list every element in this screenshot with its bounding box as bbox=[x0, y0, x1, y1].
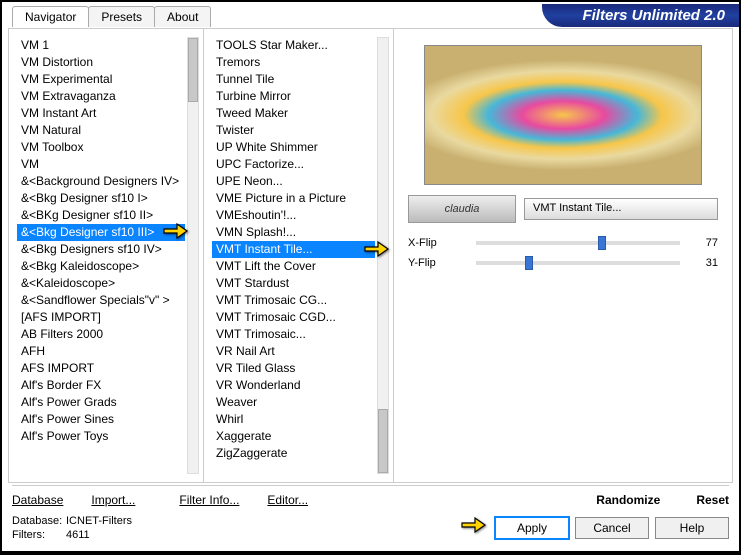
param-value: 77 bbox=[688, 237, 718, 249]
footer-info: Database:ICNET-Filters Filters:4611 bbox=[12, 514, 132, 542]
filter-item[interactable]: UP White Shimmer bbox=[212, 139, 375, 156]
pointer-icon bbox=[459, 515, 487, 535]
import-button[interactable]: Import... bbox=[91, 493, 135, 507]
category-item[interactable]: &<Bkg Designers sf10 IV> bbox=[17, 241, 185, 258]
filter-item[interactable]: Tunnel Tile bbox=[212, 71, 375, 88]
param-row: Y-Flip 31 bbox=[408, 253, 718, 273]
filter-item[interactable]: VME Picture in a Picture bbox=[212, 190, 375, 207]
reset-button[interactable]: Reset bbox=[696, 493, 729, 507]
parameter-panel: X-Flip 77 Y-Flip 31 bbox=[408, 233, 718, 474]
category-item[interactable]: Alf's Power Grads bbox=[17, 394, 185, 411]
category-item[interactable]: VM Toolbox bbox=[17, 139, 185, 156]
category-item[interactable]: VM Natural bbox=[17, 122, 185, 139]
param-slider[interactable] bbox=[476, 241, 680, 245]
filter-item[interactable]: VMT Trimosaic... bbox=[212, 326, 375, 343]
randomize-button[interactable]: Randomize bbox=[596, 493, 660, 507]
category-item[interactable]: &<Bkg Designer sf10 I> bbox=[17, 190, 185, 207]
filter-item[interactable]: Tremors bbox=[212, 54, 375, 71]
filter-item[interactable]: VMT Trimosaic CG... bbox=[212, 292, 375, 309]
category-item[interactable]: VM bbox=[17, 156, 185, 173]
filter-item[interactable]: VR Nail Art bbox=[212, 343, 375, 360]
filter-item[interactable]: Whirl bbox=[212, 411, 375, 428]
category-item[interactable]: &<Background Designers IV> bbox=[17, 173, 185, 190]
filter-list[interactable]: TOOLS Star Maker...TremorsTunnel TileTur… bbox=[212, 37, 375, 474]
editor-button[interactable]: Editor... bbox=[267, 493, 308, 507]
filter-item[interactable]: VMT Trimosaic CGD... bbox=[212, 309, 375, 326]
filters-label: Filters: bbox=[12, 528, 66, 542]
tab-presets[interactable]: Presets bbox=[88, 6, 155, 27]
tab-navigator[interactable]: Navigator bbox=[12, 6, 89, 27]
category-item[interactable]: &<BKg Designer sf10 II> bbox=[17, 207, 185, 224]
category-item[interactable]: &<Kaleidoscope> bbox=[17, 275, 185, 292]
database-button[interactable]: Database bbox=[12, 493, 63, 507]
filter-info-button[interactable]: Filter Info... bbox=[179, 493, 239, 507]
slider-handle[interactable] bbox=[525, 256, 533, 270]
category-item[interactable]: VM Extravaganza bbox=[17, 88, 185, 105]
cancel-button[interactable]: Cancel bbox=[575, 517, 649, 539]
category-pane: VM 1VM DistortionVM ExperimentalVM Extra… bbox=[9, 29, 204, 482]
category-item[interactable]: AFS IMPORT bbox=[17, 360, 185, 377]
scrollbar-thumb[interactable] bbox=[188, 38, 198, 102]
apply-button[interactable]: Apply bbox=[495, 517, 569, 539]
filter-item[interactable]: Xaggerate bbox=[212, 428, 375, 445]
content-area: VM 1VM DistortionVM ExperimentalVM Extra… bbox=[8, 28, 733, 483]
filter-item[interactable]: VMT Stardust bbox=[212, 275, 375, 292]
filter-item[interactable]: VMEshoutin'!... bbox=[212, 207, 375, 224]
filter-item[interactable]: Turbine Mirror bbox=[212, 88, 375, 105]
brand-logo: claudia bbox=[408, 195, 516, 223]
filters-count: 4611 bbox=[66, 529, 90, 541]
filter-item[interactable]: VR Tiled Glass bbox=[212, 360, 375, 377]
param-label: X-Flip bbox=[408, 237, 468, 249]
filter-name-row: claudia VMT Instant Tile... bbox=[408, 195, 718, 223]
category-item[interactable]: &<Bkg Kaleidoscope> bbox=[17, 258, 185, 275]
category-item[interactable]: AFH bbox=[17, 343, 185, 360]
filter-preview bbox=[424, 45, 702, 185]
footer: Database:ICNET-Filters Filters:4611 Appl… bbox=[12, 511, 729, 545]
db-value: ICNET-Filters bbox=[66, 515, 132, 527]
filter-item[interactable]: VR Wonderland bbox=[212, 377, 375, 394]
filter-item[interactable]: Twister bbox=[212, 122, 375, 139]
param-label: Y-Flip bbox=[408, 257, 468, 269]
category-list[interactable]: VM 1VM DistortionVM ExperimentalVM Extra… bbox=[17, 37, 185, 474]
param-value: 31 bbox=[688, 257, 718, 269]
tab-about[interactable]: About bbox=[154, 6, 211, 27]
slider-handle[interactable] bbox=[598, 236, 606, 250]
filter-name-field: VMT Instant Tile... bbox=[524, 198, 718, 220]
toolbar: Database Import... Filter Info... Editor… bbox=[12, 485, 729, 509]
category-item[interactable]: &<Bkg Designer sf10 III> bbox=[17, 224, 185, 241]
category-scrollbar[interactable] bbox=[187, 37, 199, 474]
category-item[interactable]: Alf's Power Sines bbox=[17, 411, 185, 428]
db-label: Database: bbox=[12, 514, 66, 528]
param-row: X-Flip 77 bbox=[408, 233, 718, 253]
category-item[interactable]: [AFS IMPORT] bbox=[17, 309, 185, 326]
category-item[interactable]: &<Sandflower Specials"v" > bbox=[17, 292, 185, 309]
filter-item[interactable]: TOOLS Star Maker... bbox=[212, 37, 375, 54]
category-item[interactable]: AB Filters 2000 bbox=[17, 326, 185, 343]
filter-item[interactable]: VMN Splash!... bbox=[212, 224, 375, 241]
app-title: Filters Unlimited 2.0 bbox=[542, 4, 739, 27]
filter-item[interactable]: VMT Lift the Cover bbox=[212, 258, 375, 275]
help-button[interactable]: Help bbox=[655, 517, 729, 539]
filter-item[interactable]: Weaver bbox=[212, 394, 375, 411]
category-item[interactable]: VM Instant Art bbox=[17, 105, 185, 122]
filter-item[interactable]: ZigZaggerate bbox=[212, 445, 375, 462]
filter-item[interactable]: UPE Neon... bbox=[212, 173, 375, 190]
scrollbar-thumb[interactable] bbox=[378, 409, 388, 473]
category-item[interactable]: Alf's Power Toys bbox=[17, 428, 185, 445]
filter-pane: TOOLS Star Maker...TremorsTunnel TileTur… bbox=[204, 29, 394, 482]
app-window: Navigator Presets About Filters Unlimite… bbox=[2, 2, 739, 551]
preview-pane: claudia VMT Instant Tile... X-Flip 77 Y-Fl… bbox=[394, 29, 732, 482]
filter-item[interactable]: UPC Factorize... bbox=[212, 156, 375, 173]
filter-scrollbar[interactable] bbox=[377, 37, 389, 474]
filter-item[interactable]: VMT Instant Tile... bbox=[212, 241, 375, 258]
category-item[interactable]: Alf's Border FX bbox=[17, 377, 185, 394]
category-item[interactable]: VM 1 bbox=[17, 37, 185, 54]
filter-item[interactable]: Tweed Maker bbox=[212, 105, 375, 122]
category-item[interactable]: VM Experimental bbox=[17, 71, 185, 88]
title-bar: Filters Unlimited 2.0 bbox=[542, 2, 739, 28]
tab-strip: Navigator Presets About bbox=[12, 6, 210, 27]
param-slider[interactable] bbox=[476, 261, 680, 265]
category-item[interactable]: VM Distortion bbox=[17, 54, 185, 71]
